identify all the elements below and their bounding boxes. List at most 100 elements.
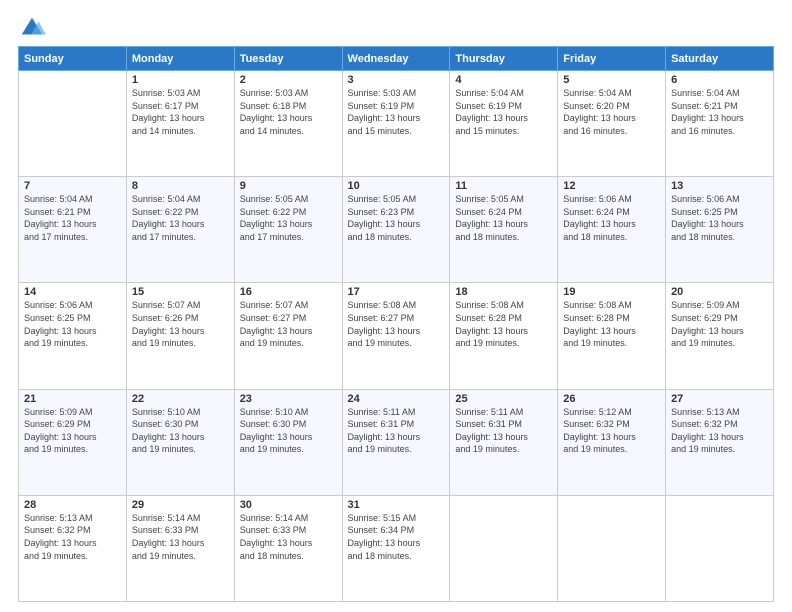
page: SundayMondayTuesdayWednesdayThursdayFrid… xyxy=(0,0,792,612)
calendar-cell: 23Sunrise: 5:10 AMSunset: 6:30 PMDayligh… xyxy=(234,389,342,495)
calendar-cell: 25Sunrise: 5:11 AMSunset: 6:31 PMDayligh… xyxy=(450,389,558,495)
calendar-cell: 12Sunrise: 5:06 AMSunset: 6:24 PMDayligh… xyxy=(558,177,666,283)
day-number: 29 xyxy=(132,499,229,511)
day-number: 26 xyxy=(563,393,660,405)
day-info: Sunrise: 5:04 AMSunset: 6:20 PMDaylight:… xyxy=(563,87,660,137)
day-number: 18 xyxy=(455,286,552,298)
calendar-cell xyxy=(558,495,666,601)
day-number: 7 xyxy=(24,180,121,192)
day-number: 3 xyxy=(348,74,445,86)
day-info: Sunrise: 5:04 AMSunset: 6:22 PMDaylight:… xyxy=(132,193,229,243)
day-number: 1 xyxy=(132,74,229,86)
day-number: 24 xyxy=(348,393,445,405)
day-info: Sunrise: 5:08 AMSunset: 6:28 PMDaylight:… xyxy=(563,299,660,349)
weekday-header-row: SundayMondayTuesdayWednesdayThursdayFrid… xyxy=(19,47,774,71)
logo-icon xyxy=(18,14,46,42)
day-info: Sunrise: 5:06 AMSunset: 6:24 PMDaylight:… xyxy=(563,193,660,243)
day-info: Sunrise: 5:10 AMSunset: 6:30 PMDaylight:… xyxy=(240,406,337,456)
day-number: 5 xyxy=(563,74,660,86)
calendar-cell: 2Sunrise: 5:03 AMSunset: 6:18 PMDaylight… xyxy=(234,71,342,177)
day-info: Sunrise: 5:14 AMSunset: 6:33 PMDaylight:… xyxy=(240,512,337,562)
calendar-cell xyxy=(19,71,127,177)
day-info: Sunrise: 5:07 AMSunset: 6:27 PMDaylight:… xyxy=(240,299,337,349)
calendar-cell: 30Sunrise: 5:14 AMSunset: 6:33 PMDayligh… xyxy=(234,495,342,601)
calendar-cell xyxy=(450,495,558,601)
calendar-cell: 29Sunrise: 5:14 AMSunset: 6:33 PMDayligh… xyxy=(126,495,234,601)
day-info: Sunrise: 5:04 AMSunset: 6:21 PMDaylight:… xyxy=(24,193,121,243)
day-number: 20 xyxy=(671,286,768,298)
day-info: Sunrise: 5:15 AMSunset: 6:34 PMDaylight:… xyxy=(348,512,445,562)
calendar-cell: 10Sunrise: 5:05 AMSunset: 6:23 PMDayligh… xyxy=(342,177,450,283)
calendar-cell: 27Sunrise: 5:13 AMSunset: 6:32 PMDayligh… xyxy=(666,389,774,495)
day-number: 21 xyxy=(24,393,121,405)
calendar-cell: 6Sunrise: 5:04 AMSunset: 6:21 PMDaylight… xyxy=(666,71,774,177)
day-info: Sunrise: 5:12 AMSunset: 6:32 PMDaylight:… xyxy=(563,406,660,456)
calendar-cell: 19Sunrise: 5:08 AMSunset: 6:28 PMDayligh… xyxy=(558,283,666,389)
calendar-week-row: 28Sunrise: 5:13 AMSunset: 6:32 PMDayligh… xyxy=(19,495,774,601)
day-number: 22 xyxy=(132,393,229,405)
calendar-cell: 4Sunrise: 5:04 AMSunset: 6:19 PMDaylight… xyxy=(450,71,558,177)
day-info: Sunrise: 5:05 AMSunset: 6:24 PMDaylight:… xyxy=(455,193,552,243)
day-info: Sunrise: 5:11 AMSunset: 6:31 PMDaylight:… xyxy=(348,406,445,456)
day-info: Sunrise: 5:08 AMSunset: 6:28 PMDaylight:… xyxy=(455,299,552,349)
calendar-cell: 11Sunrise: 5:05 AMSunset: 6:24 PMDayligh… xyxy=(450,177,558,283)
calendar-cell: 13Sunrise: 5:06 AMSunset: 6:25 PMDayligh… xyxy=(666,177,774,283)
weekday-header-sunday: Sunday xyxy=(19,47,127,71)
day-info: Sunrise: 5:05 AMSunset: 6:23 PMDaylight:… xyxy=(348,193,445,243)
calendar-week-row: 1Sunrise: 5:03 AMSunset: 6:17 PMDaylight… xyxy=(19,71,774,177)
calendar-cell: 31Sunrise: 5:15 AMSunset: 6:34 PMDayligh… xyxy=(342,495,450,601)
calendar-cell: 3Sunrise: 5:03 AMSunset: 6:19 PMDaylight… xyxy=(342,71,450,177)
calendar-cell: 18Sunrise: 5:08 AMSunset: 6:28 PMDayligh… xyxy=(450,283,558,389)
day-number: 4 xyxy=(455,74,552,86)
day-info: Sunrise: 5:08 AMSunset: 6:27 PMDaylight:… xyxy=(348,299,445,349)
day-info: Sunrise: 5:07 AMSunset: 6:26 PMDaylight:… xyxy=(132,299,229,349)
day-number: 28 xyxy=(24,499,121,511)
calendar-cell: 20Sunrise: 5:09 AMSunset: 6:29 PMDayligh… xyxy=(666,283,774,389)
day-number: 25 xyxy=(455,393,552,405)
day-number: 17 xyxy=(348,286,445,298)
day-number: 14 xyxy=(24,286,121,298)
calendar-cell: 7Sunrise: 5:04 AMSunset: 6:21 PMDaylight… xyxy=(19,177,127,283)
day-number: 23 xyxy=(240,393,337,405)
calendar-week-row: 21Sunrise: 5:09 AMSunset: 6:29 PMDayligh… xyxy=(19,389,774,495)
day-info: Sunrise: 5:04 AMSunset: 6:21 PMDaylight:… xyxy=(671,87,768,137)
day-info: Sunrise: 5:03 AMSunset: 6:19 PMDaylight:… xyxy=(348,87,445,137)
day-number: 6 xyxy=(671,74,768,86)
calendar-week-row: 7Sunrise: 5:04 AMSunset: 6:21 PMDaylight… xyxy=(19,177,774,283)
day-number: 2 xyxy=(240,74,337,86)
day-number: 15 xyxy=(132,286,229,298)
header xyxy=(18,10,774,42)
calendar-cell: 17Sunrise: 5:08 AMSunset: 6:27 PMDayligh… xyxy=(342,283,450,389)
day-info: Sunrise: 5:06 AMSunset: 6:25 PMDaylight:… xyxy=(24,299,121,349)
calendar-cell: 14Sunrise: 5:06 AMSunset: 6:25 PMDayligh… xyxy=(19,283,127,389)
day-info: Sunrise: 5:09 AMSunset: 6:29 PMDaylight:… xyxy=(24,406,121,456)
calendar-cell: 15Sunrise: 5:07 AMSunset: 6:26 PMDayligh… xyxy=(126,283,234,389)
calendar-cell: 26Sunrise: 5:12 AMSunset: 6:32 PMDayligh… xyxy=(558,389,666,495)
weekday-header-thursday: Thursday xyxy=(450,47,558,71)
day-info: Sunrise: 5:11 AMSunset: 6:31 PMDaylight:… xyxy=(455,406,552,456)
calendar-cell: 5Sunrise: 5:04 AMSunset: 6:20 PMDaylight… xyxy=(558,71,666,177)
day-number: 8 xyxy=(132,180,229,192)
calendar-cell xyxy=(666,495,774,601)
calendar-cell: 24Sunrise: 5:11 AMSunset: 6:31 PMDayligh… xyxy=(342,389,450,495)
day-info: Sunrise: 5:03 AMSunset: 6:18 PMDaylight:… xyxy=(240,87,337,137)
day-number: 13 xyxy=(671,180,768,192)
day-info: Sunrise: 5:06 AMSunset: 6:25 PMDaylight:… xyxy=(671,193,768,243)
day-number: 19 xyxy=(563,286,660,298)
weekday-header-friday: Friday xyxy=(558,47,666,71)
calendar-cell: 16Sunrise: 5:07 AMSunset: 6:27 PMDayligh… xyxy=(234,283,342,389)
calendar-cell: 1Sunrise: 5:03 AMSunset: 6:17 PMDaylight… xyxy=(126,71,234,177)
day-info: Sunrise: 5:05 AMSunset: 6:22 PMDaylight:… xyxy=(240,193,337,243)
day-info: Sunrise: 5:04 AMSunset: 6:19 PMDaylight:… xyxy=(455,87,552,137)
weekday-header-wednesday: Wednesday xyxy=(342,47,450,71)
weekday-header-tuesday: Tuesday xyxy=(234,47,342,71)
day-number: 9 xyxy=(240,180,337,192)
day-number: 10 xyxy=(348,180,445,192)
day-number: 16 xyxy=(240,286,337,298)
weekday-header-monday: Monday xyxy=(126,47,234,71)
calendar-week-row: 14Sunrise: 5:06 AMSunset: 6:25 PMDayligh… xyxy=(19,283,774,389)
day-number: 30 xyxy=(240,499,337,511)
calendar-table: SundayMondayTuesdayWednesdayThursdayFrid… xyxy=(18,46,774,602)
calendar-cell: 28Sunrise: 5:13 AMSunset: 6:32 PMDayligh… xyxy=(19,495,127,601)
day-info: Sunrise: 5:14 AMSunset: 6:33 PMDaylight:… xyxy=(132,512,229,562)
